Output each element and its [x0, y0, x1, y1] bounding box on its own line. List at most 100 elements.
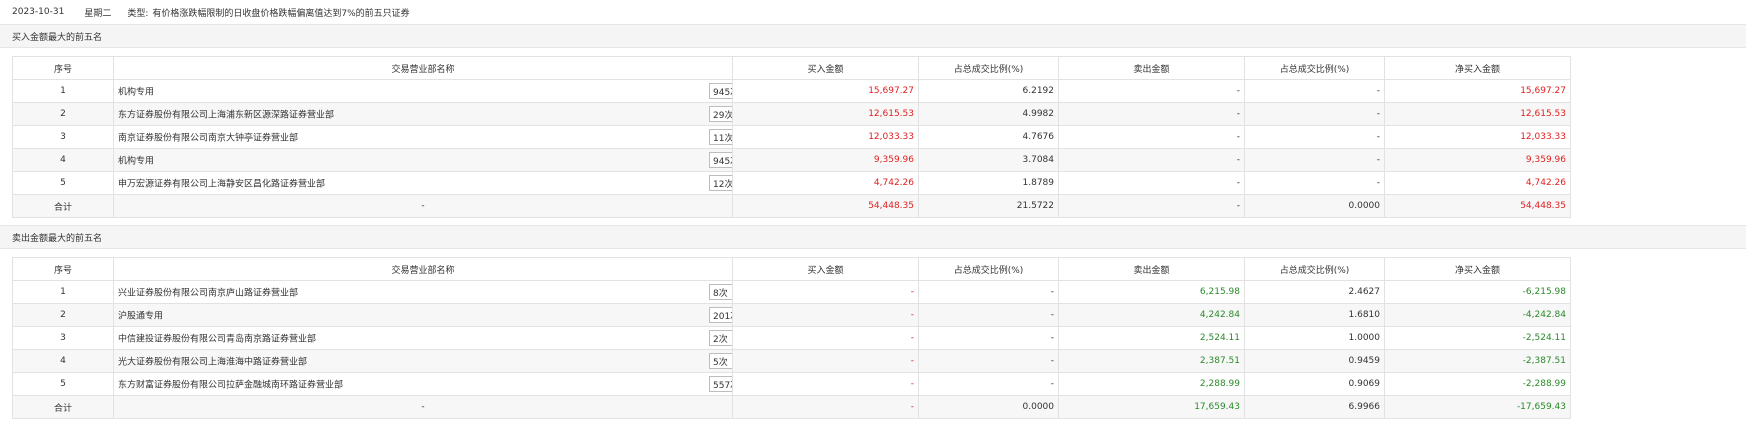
total-buy-amount: -	[732, 395, 919, 419]
table-row: 3中信建投证券股份有限公司青岛南京路证券营业部2次50.00%›--2,524.…	[12, 326, 1571, 350]
sell-amount: 2,387.51	[1058, 349, 1245, 373]
col-sell-amount: 卖出金额	[1058, 56, 1245, 80]
col-sell-ratio: 占总成交比例(%)	[1244, 56, 1385, 80]
sell-ratio: 0.9459	[1244, 349, 1385, 373]
department-name[interactable]: 中信建投证券股份有限公司青岛南京路证券营业部	[118, 332, 316, 345]
listing-count: 2次	[713, 334, 728, 345]
col-department: 交易营业部名称	[113, 56, 733, 80]
department-name[interactable]: 沪股通专用	[118, 309, 163, 322]
stats-badge[interactable]: 8次37.50%›	[709, 284, 732, 300]
department-name[interactable]: 机构专用	[118, 85, 154, 98]
buy-ratio: -	[918, 372, 1059, 396]
stats-badge[interactable]: 11次54.55%›	[709, 129, 732, 145]
sell-ratio: -	[1244, 125, 1385, 149]
sell-ratio: -	[1244, 79, 1385, 103]
department-cell: 机构专用 945次40.11%›	[113, 79, 733, 103]
listing-count: 945次	[713, 156, 732, 167]
sell-ratio: 0.9069	[1244, 372, 1385, 396]
row-index: 4	[12, 148, 114, 172]
type-value: 有价格涨跌幅限制的日收盘价格跌幅偏离值达到7%的前五只证券	[152, 8, 410, 19]
department-cell: 沪股通专用 201次38.81%›	[113, 303, 733, 327]
row-index: 5	[12, 171, 114, 195]
department-cell: 光大证券股份有限公司上海淮海中路证券营业部 5次20.00%›	[113, 349, 733, 373]
listing-count: 12次	[713, 179, 733, 190]
info-bar: 2023-10-31 星期二 类型: 有价格涨跌幅限制的日收盘价格跌幅偏离值达到…	[0, 0, 1746, 24]
buy-ratio: 6.2192	[918, 79, 1059, 103]
total-label: 合计	[12, 395, 114, 419]
stats-badge[interactable]: 945次40.11%›	[709, 152, 732, 168]
net-buy-amount: 12,033.33	[1384, 125, 1571, 149]
sell-amount: 4,242.84	[1058, 303, 1245, 327]
total-buy-ratio: 0.0000	[918, 395, 1059, 419]
buy-ratio: 4.9982	[918, 102, 1059, 126]
total-buy-amount: 54,448.35	[732, 194, 919, 218]
table-header-row: 序号 交易营业部名称 买入金额 占总成交比例(%) 卖出金额 占总成交比例(%)…	[12, 257, 1571, 281]
buy-ratio: -	[918, 303, 1059, 327]
department-name[interactable]: 东方证券股份有限公司上海浦东新区源深路证券营业部	[118, 108, 334, 121]
department-cell: 兴业证券股份有限公司南京庐山路证券营业部 8次37.50%›	[113, 280, 733, 304]
stats-badge[interactable]: 12次41.67%›	[709, 175, 733, 191]
total-buy-ratio: 21.5722	[918, 194, 1059, 218]
listing-count: 8次	[713, 288, 728, 299]
buy-amount: -	[732, 326, 919, 350]
row-index: 4	[12, 349, 114, 373]
sell-amount: -	[1058, 148, 1245, 172]
department-cell: 东方证券股份有限公司上海浦东新区源深路证券营业部 29次44.83%›	[113, 102, 733, 126]
col-net-buy: 净买入金额	[1384, 56, 1571, 80]
sell-amount: 2,288.99	[1058, 372, 1245, 396]
sell-ratio: -	[1244, 171, 1385, 195]
stats-badge[interactable]: 29次44.83%›	[709, 106, 733, 122]
col-department: 交易营业部名称	[113, 257, 733, 281]
department-name[interactable]: 南京证券股份有限公司南京大钟亭证券营业部	[118, 131, 298, 144]
sell-table: 序号 交易营业部名称 买入金额 占总成交比例(%) 卖出金额 占总成交比例(%)…	[12, 257, 1571, 419]
department-cell: 东方财富证券股份有限公司拉萨金融城南环路证券营业部 557次30.52%›	[113, 372, 733, 396]
buy-ratio: -	[918, 326, 1059, 350]
sell-amount: 2,524.11	[1058, 326, 1245, 350]
net-buy-amount: -2,387.51	[1384, 349, 1571, 373]
sell-amount: 6,215.98	[1058, 280, 1245, 304]
buy-amount: -	[732, 280, 919, 304]
listing-count: 29次	[713, 110, 733, 121]
col-buy-ratio: 占总成交比例(%)	[918, 257, 1059, 281]
total-row: 合计 -54,448.35 21.5722-0.0000 54,448.35	[12, 194, 1571, 218]
sell-amount: -	[1058, 102, 1245, 126]
stats-badge[interactable]: 557次30.52%›	[709, 376, 732, 392]
department-cell: 申万宏源证券有限公司上海静安区昌化路证券营业部 12次41.67%›	[113, 171, 733, 195]
row-index: 3	[12, 125, 114, 149]
col-buy-amount: 买入金额	[732, 257, 919, 281]
listing-count: 945次	[713, 87, 732, 98]
sell-ratio: 2.4627	[1244, 280, 1385, 304]
department-name[interactable]: 申万宏源证券有限公司上海静安区昌化路证券营业部	[118, 177, 325, 190]
table-row: 3 南京证券股份有限公司南京大钟亭证券营业部 11次54.55%› 12,033.33…	[12, 125, 1571, 149]
total-department: -	[113, 395, 733, 419]
sell-ratio: -	[1244, 102, 1385, 126]
net-buy-amount: -2,524.11	[1384, 326, 1571, 350]
buy-amount: 4,742.26	[732, 171, 919, 195]
total-net-buy: -17,659.43	[1384, 395, 1571, 419]
total-sell-ratio: 6.9966	[1244, 395, 1385, 419]
stats-badge[interactable]: 5次20.00%›	[709, 353, 732, 369]
stats-badge[interactable]: 201次38.81%›	[709, 307, 732, 323]
department-name[interactable]: 机构专用	[118, 154, 154, 167]
listing-count: 201次	[713, 311, 732, 322]
sell-amount: -	[1058, 171, 1245, 195]
department-name[interactable]: 东方财富证券股份有限公司拉萨金融城南环路证券营业部	[118, 378, 343, 391]
buy-ratio: -	[918, 349, 1059, 373]
sell-ratio: 1.0000	[1244, 326, 1385, 350]
table-row: 2东方证券股份有限公司上海浦东新区源深路证券营业部29次44.83%›12,61…	[12, 102, 1571, 126]
row-index: 1	[12, 79, 114, 103]
total-sell-amount: -	[1058, 194, 1245, 218]
buy-table: 序号 交易营业部名称 买入金额 占总成交比例(%) 卖出金额 占总成交比例(%)…	[12, 56, 1571, 218]
sell-ratio: 1.6810	[1244, 303, 1385, 327]
department-name[interactable]: 兴业证券股份有限公司南京庐山路证券营业部	[118, 286, 298, 299]
col-index: 序号	[12, 257, 114, 281]
net-buy-amount: 9,359.96	[1384, 148, 1571, 172]
col-buy-ratio: 占总成交比例(%)	[918, 56, 1059, 80]
department-name[interactable]: 光大证券股份有限公司上海淮海中路证券营业部	[118, 355, 307, 368]
stats-badge[interactable]: 945次40.11%›	[709, 83, 732, 99]
sell-section-title: 卖出金额最大的前五名	[0, 225, 1746, 249]
buy-ratio: -	[918, 280, 1059, 304]
row-index: 1	[12, 280, 114, 304]
row-index: 3	[12, 326, 114, 350]
stats-badge[interactable]: 2次50.00%›	[709, 330, 732, 346]
